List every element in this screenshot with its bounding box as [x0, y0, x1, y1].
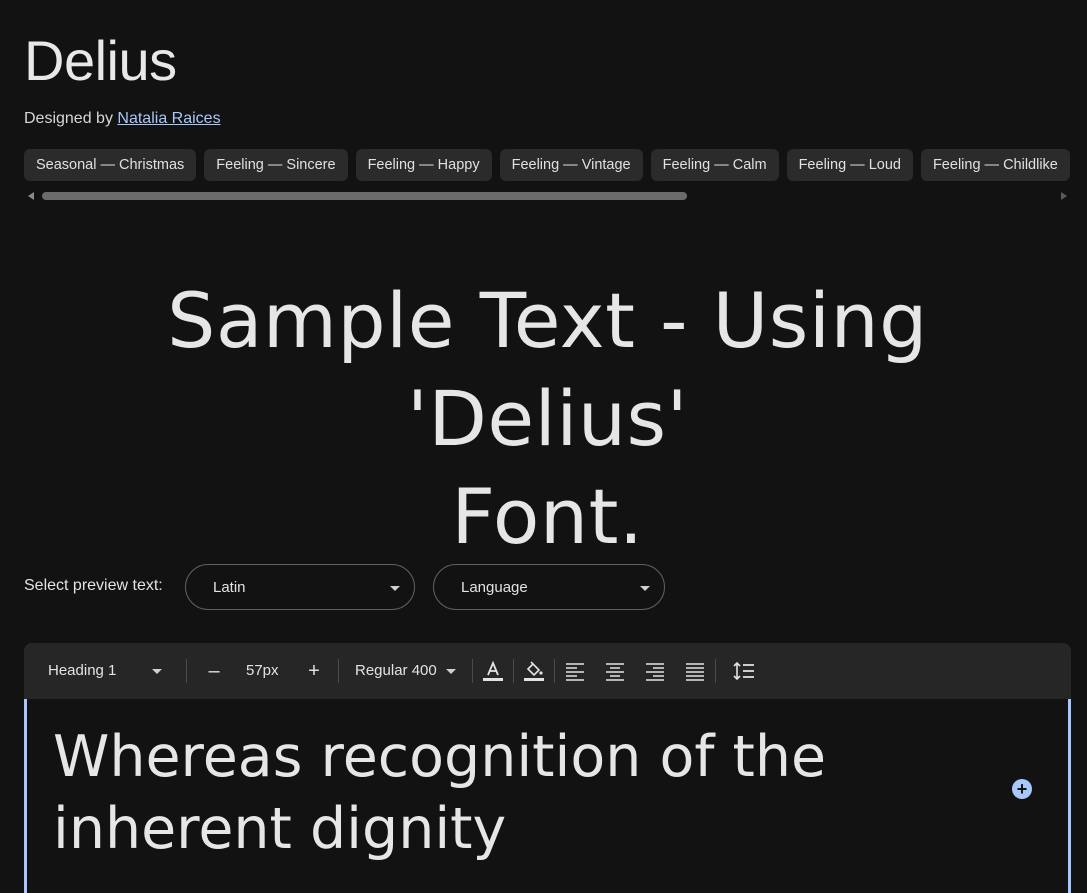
- add-plus-icon[interactable]: +: [1012, 779, 1032, 799]
- caret-down-icon: [152, 669, 162, 674]
- tag-chip-happy[interactable]: Feeling — Happy: [355, 149, 492, 181]
- sample-text-preview: Sample Text - Using 'Delius' Font.: [20, 272, 1075, 566]
- editor-text[interactable]: Whereas recognition of the inherent dign…: [53, 721, 983, 865]
- tag-chip-sincere[interactable]: Feeling — Sincere: [204, 149, 348, 181]
- preview-text-label: Select preview text:: [24, 577, 163, 594]
- increase-size-button[interactable]: +: [304, 643, 324, 699]
- decrease-size-button[interactable]: –: [204, 643, 224, 699]
- tags-scrollbar[interactable]: [24, 190, 1071, 202]
- align-left-icon[interactable]: [563, 659, 587, 683]
- script-dropdown-value: Latin: [213, 579, 246, 596]
- tag-chip-calm[interactable]: Feeling — Calm: [650, 149, 779, 181]
- line-height-icon[interactable]: [732, 659, 756, 683]
- tag-chip-vintage[interactable]: Feeling — Vintage: [499, 149, 643, 181]
- align-right-icon[interactable]: [643, 659, 667, 683]
- scrollbar-thumb[interactable]: [42, 192, 687, 200]
- text-style-dropdown[interactable]: Heading 1: [48, 643, 168, 699]
- align-justify-icon[interactable]: [683, 659, 707, 683]
- toolbar-divider: [338, 659, 339, 683]
- text-style-value: Heading 1: [48, 662, 117, 679]
- tag-chip-loud[interactable]: Feeling — Loud: [786, 149, 913, 181]
- toolbar-divider: [472, 659, 473, 683]
- toolbar-divider: [513, 659, 514, 683]
- toolbar-divider: [715, 659, 716, 683]
- language-dropdown[interactable]: Language: [433, 564, 665, 610]
- text-color-icon[interactable]: [481, 659, 505, 683]
- font-title: Delius: [24, 29, 177, 92]
- designer-line: Designed by Natalia Raices: [24, 110, 221, 128]
- editor-toolbar: Heading 1 – 57px + Regular 400: [24, 643, 1071, 699]
- highlight-color-icon[interactable]: [522, 659, 546, 683]
- script-dropdown[interactable]: Latin: [185, 564, 415, 610]
- language-dropdown-value: Language: [461, 579, 528, 596]
- caret-down-icon: [390, 586, 400, 591]
- font-weight-value: Regular 400: [355, 662, 437, 679]
- font-size-value[interactable]: 57px: [246, 643, 279, 699]
- designed-by-label: Designed by: [24, 110, 113, 127]
- sample-text-line-1: Sample Text - Using 'Delius': [167, 276, 928, 463]
- scroll-left-arrow-icon[interactable]: [28, 192, 34, 200]
- caret-down-icon: [446, 669, 456, 674]
- toolbar-divider: [186, 659, 187, 683]
- sample-text-line-2: Font.: [451, 472, 644, 561]
- caret-down-icon: [640, 586, 650, 591]
- preview-editor[interactable]: Whereas recognition of the inherent dign…: [24, 699, 1071, 893]
- toolbar-divider: [554, 659, 555, 683]
- designer-link[interactable]: Natalia Raices: [117, 110, 220, 127]
- tag-list: Seasonal — Christmas Feeling — Sincere F…: [24, 149, 1087, 183]
- font-weight-dropdown[interactable]: Regular 400: [355, 643, 460, 699]
- align-center-icon[interactable]: [603, 659, 627, 683]
- scroll-right-arrow-icon[interactable]: [1061, 192, 1067, 200]
- tag-chip-childlike[interactable]: Feeling — Childlike: [920, 149, 1070, 181]
- tag-chip-christmas[interactable]: Seasonal — Christmas: [24, 149, 197, 181]
